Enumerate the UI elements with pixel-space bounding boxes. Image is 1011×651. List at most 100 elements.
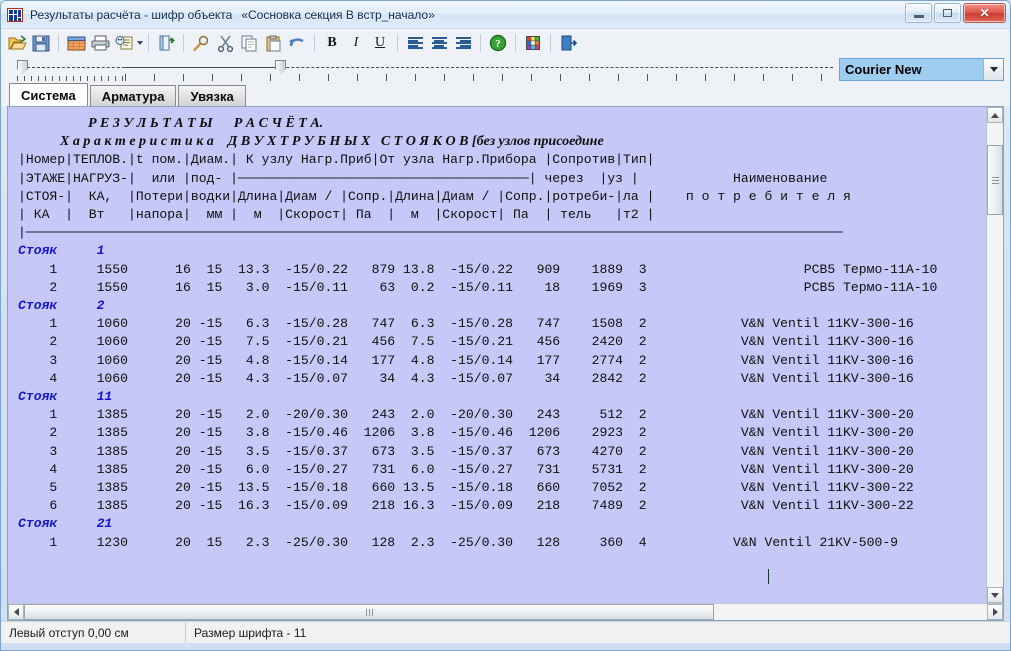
print-icon[interactable]: [88, 31, 112, 55]
table-row: 1 1060 20 -15 6.3 -15/0.28 747 6.3 -15/0…: [18, 315, 986, 333]
cut-icon[interactable]: [213, 31, 237, 55]
vertical-scrollbar[interactable]: [986, 107, 1003, 603]
tab-stop-marker[interactable]: [275, 60, 286, 75]
export-icon[interactable]: [154, 31, 178, 55]
toolbar-separator: [148, 34, 149, 52]
window-title: Результаты расчёта - шифр объекта: [30, 8, 232, 22]
ruler-ticks: [5, 74, 833, 81]
left-indent-marker[interactable]: [17, 60, 28, 75]
underline-glyph: U: [375, 35, 385, 51]
table-row: 1 1385 20 -15 2.0 -20/0.30 243 2.0 -20/0…: [18, 406, 986, 424]
horizontal-ruler[interactable]: [5, 57, 833, 82]
stoyak-section-header: Стояк 1: [18, 242, 986, 260]
table-row: 5 1385 20 -15 13.5 -15/0.18 660 13.5 -15…: [18, 479, 986, 497]
status-font-size: Размер шрифта - 11: [186, 622, 314, 643]
main-toolbar: B I U ?: [1, 28, 1010, 57]
document-title-line: Р Е З У Л Ь Т А Т Ы Р А С Ч Ё Т А.: [18, 115, 986, 133]
table-row: 2 1550 16 15 3.0 -15/0.11 63 0.2 -15/0.1…: [18, 279, 986, 297]
palette-icon[interactable]: [521, 31, 545, 55]
horizontal-scroll-track[interactable]: [24, 604, 987, 620]
table-row: 2 1060 20 -15 7.5 -15/0.21 456 7.5 -15/0…: [18, 333, 986, 351]
undo-icon[interactable]: [285, 31, 309, 55]
minimize-button[interactable]: [905, 3, 932, 23]
title-bar: Результаты расчёта - шифр объекта «Сосно…: [1, 1, 1010, 28]
align-left-icon[interactable]: [403, 31, 427, 55]
toolbar-separator: [58, 34, 59, 52]
table-row: 6 1385 20 -15 16.3 -15/0.09 218 16.3 -15…: [18, 497, 986, 515]
save-icon[interactable]: [29, 31, 53, 55]
toolbar-separator: [397, 34, 398, 52]
scroll-up-button[interactable]: [987, 107, 1003, 123]
window-title-object: «Сосновка секция В встр_начало»: [241, 8, 434, 22]
open-icon[interactable]: [5, 31, 29, 55]
tab-sistema[interactable]: Система: [9, 83, 88, 106]
vertical-scroll-thumb[interactable]: [987, 145, 1003, 215]
close-button[interactable]: ✕: [963, 3, 1006, 23]
stoyak-section-header: Стояк 11: [18, 388, 986, 406]
document-subtitle-line: Х а р а к т е р и с т и к а Д В У Х Т Р …: [18, 133, 986, 151]
window-controls: ✕: [905, 3, 1006, 23]
horizontal-scroll-thumb[interactable]: [24, 604, 714, 620]
scroll-right-button[interactable]: [987, 604, 1003, 620]
document-text[interactable]: Р Е З У Л Ь Т А Т Ы Р А С Ч Ё Т А. Х а р…: [8, 115, 986, 552]
vertical-scroll-track[interactable]: [987, 123, 1003, 587]
tab-bar: Система Арматура Увязка: [1, 82, 1010, 106]
document-body: Р Е З У Л Ь Т А Т Ы Р А С Ч Ё Т А. Х а р…: [8, 107, 1003, 603]
text-caret: [768, 569, 769, 584]
search-icon[interactable]: [189, 31, 213, 55]
tab-label: Арматура: [102, 89, 165, 104]
table-row: 2 1385 20 -15 3.8 -15/0.46 1206 3.8 -15/…: [18, 424, 986, 442]
toolbar-separator: [515, 34, 516, 52]
underline-icon[interactable]: U: [368, 31, 392, 55]
table-row: 1 1230 20 15 2.3 -25/0.30 128 2.3 -25/0.…: [18, 534, 986, 552]
ruler-row: Courier New: [1, 57, 1010, 82]
tab-armatura[interactable]: Арматура: [90, 85, 177, 106]
ruler-solid-segment: [125, 67, 275, 68]
font-selector[interactable]: Courier New: [839, 58, 1004, 81]
exit-icon[interactable]: [556, 31, 580, 55]
toolbar-separator: [314, 34, 315, 52]
horizontal-scrollbar[interactable]: [8, 603, 1003, 620]
table-row: 1 1550 16 15 13.3 -15/0.22 879 13.8 -15/…: [18, 261, 986, 279]
italic-glyph: I: [354, 35, 359, 51]
document-header-line: |Номер|ТЕПЛОВ.|t пом.|Диам.| К узлу Нагр…: [18, 151, 986, 169]
window-bottom-edge: [1, 643, 1010, 650]
print-options-chevron-down-icon[interactable]: [137, 41, 143, 45]
table-icon[interactable]: [64, 31, 88, 55]
bold-glyph: B: [327, 35, 336, 51]
table-row: 3 1060 20 -15 4.8 -15/0.14 177 4.8 -15/0…: [18, 352, 986, 370]
tab-label: Увязка: [190, 89, 233, 104]
paste-icon[interactable]: [261, 31, 285, 55]
stoyak-section-header: Стояк 21: [18, 515, 986, 533]
document-header-line: |СТОЯ-| КА, |Потери|водки|Длина|Диам / |…: [18, 188, 986, 206]
status-left-indent: Левый отступ 0,00 см: [1, 622, 186, 643]
chevron-down-icon[interactable]: [983, 59, 1003, 80]
tab-uvyazka[interactable]: Увязка: [178, 85, 245, 106]
scroll-left-button[interactable]: [8, 604, 24, 620]
maximize-button[interactable]: [934, 3, 961, 23]
document-header-line: | КА | Вт |напора| мм | м |Скорост| Па |…: [18, 206, 986, 224]
svg-text:?: ?: [495, 38, 501, 50]
document-header-line: |ЭТАЖЕ|НАГРУЗ-| или |под- |─────────────…: [18, 170, 986, 188]
table-row: 4 1385 20 -15 6.0 -15/0.27 731 6.0 -15/0…: [18, 461, 986, 479]
copy-icon[interactable]: [237, 31, 261, 55]
document-area: Р Е З У Л Ь Т А Т Ы Р А С Ч Ё Т А. Х а р…: [7, 106, 1004, 621]
help-icon[interactable]: ?: [486, 31, 510, 55]
print-preview-icon[interactable]: [112, 31, 136, 55]
table-row: 3 1385 20 -15 3.5 -15/0.37 673 3.5 -15/0…: [18, 443, 986, 461]
tab-label: Система: [21, 88, 76, 103]
align-right-icon[interactable]: [451, 31, 475, 55]
toolbar-separator: [550, 34, 551, 52]
toolbar-separator: [183, 34, 184, 52]
toolbar-separator: [480, 34, 481, 52]
app-grid-icon: [7, 8, 23, 22]
table-row: 4 1060 20 -15 4.3 -15/0.07 34 4.3 -15/0.…: [18, 370, 986, 388]
italic-icon[interactable]: I: [344, 31, 368, 55]
stoyak-section-header: Стояк 2: [18, 297, 986, 315]
status-bar: Левый отступ 0,00 см Размер шрифта - 11: [1, 621, 1010, 643]
font-selector-value[interactable]: Courier New: [840, 59, 983, 80]
document-page[interactable]: Р Е З У Л Ь Т А Т Ы Р А С Ч Ё Т А. Х а р…: [8, 107, 986, 603]
align-center-icon[interactable]: [427, 31, 451, 55]
scroll-down-button[interactable]: [987, 587, 1003, 603]
bold-icon[interactable]: B: [320, 31, 344, 55]
